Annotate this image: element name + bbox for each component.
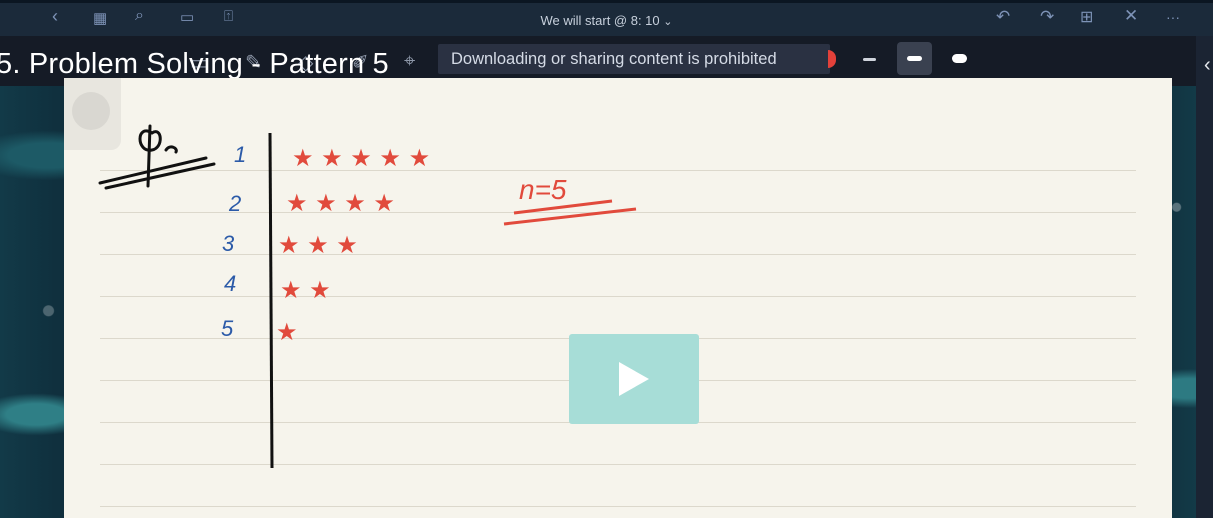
question-mark-handwritten [98,124,216,190]
play-button[interactable] [569,334,699,424]
redo-icon[interactable]: ↷ [1040,7,1054,27]
row-number: 1 [234,142,246,167]
lecture-title: 5. Problem Solving - Pattern 5 [0,48,389,80]
star-row: ★ ★ ★ ★ [286,189,395,217]
chevron-down-icon[interactable]: ⌄ [663,16,672,28]
undo-icon[interactable]: ↶ [996,7,1010,27]
divider-line [268,132,274,469]
star-row: ★ [276,318,298,346]
chevron-left-icon[interactable]: ‹ [1204,54,1211,77]
lasso-icon[interactable]: ⌖ [404,50,415,73]
pen-thin-option[interactable] [863,58,876,61]
close-icon[interactable]: ✕ [1124,6,1138,26]
add-page-icon[interactable]: ⊞ [1080,7,1093,27]
side-note: n=5 [519,174,567,205]
pen-medium-option[interactable] [897,42,932,75]
prohibited-banner: Downloading or sharing content is prohib… [438,44,830,74]
notebook-page: 1 2 3 4 5 ★ ★ ★ ★ ★ ★ ★ ★ ★ ★ ★ ★ ★ ★ ★ … [64,78,1172,518]
pen-thick-option[interactable] [952,54,967,63]
play-icon [619,362,649,396]
row-number: 3 [222,231,235,256]
handwriting-layer: 1 2 3 4 5 ★ ★ ★ ★ ★ ★ ★ ★ ★ ★ ★ ★ ★ ★ ★ … [98,124,637,469]
row-number: 2 [228,191,241,216]
pen-medium-indicator [907,56,922,61]
banner-text: Downloading or sharing content is prohib… [451,50,777,68]
star-row: ★ ★ ★ ★ ★ [292,144,430,172]
more-icon[interactable]: ··· [1166,9,1180,25]
window-title-text[interactable]: We will start @ 8: 10 [540,13,659,28]
star-row: ★ ★ ★ [278,231,358,259]
star-row: ★ ★ [280,276,331,304]
app-title-bar: ‹ ▦ ⌕ ▭ ⍐ We will start @ 8: 10 ⌄ ↶ ↷ ⊞ … [0,0,1213,39]
row-number: 4 [224,271,236,296]
row-number: 5 [221,316,234,341]
window-title[interactable]: We will start @ 8: 10 ⌄ [0,13,1213,28]
right-panel-edge [1196,36,1213,518]
